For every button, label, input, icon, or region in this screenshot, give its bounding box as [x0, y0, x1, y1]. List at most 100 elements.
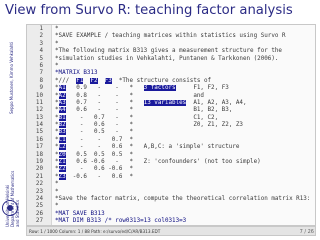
line-text: *A1 0.9 - - * 3 factors F1, F2, F3 [55, 85, 229, 92]
highlighted-label: Z1 [58, 159, 66, 166]
highlighted-label: B1 [58, 114, 66, 121]
line-text: * [55, 189, 59, 196]
code-text: - - 0.6 * A,B,C: a 'simple' structure [65, 144, 240, 151]
code-text: *SAVE EXAMPLE / teaching matrices within… [55, 33, 286, 40]
line-text: * [55, 63, 59, 70]
code-text: * [55, 92, 59, 99]
code-text: *Save the factor matrix, compute the the… [55, 195, 311, 202]
code-text: * [55, 203, 59, 210]
code-text: *The structure consists of [111, 77, 212, 84]
editor-line[interactable]: 1 * [27, 26, 315, 33]
line-text: *C1 - - 0.7 * [55, 136, 134, 144]
code-text: 0.9 - - * [65, 85, 144, 92]
editor-line[interactable]: 19 *Z1 0.6 -0.6 - * Z: 'confounders' (not… [27, 159, 315, 166]
line-number: 3 [39, 40, 43, 47]
code-text: *MAT DIM B313 /* row0313=13 col0313=3 [55, 218, 187, 225]
line-text: *MATRIX B313 [55, 70, 98, 77]
line-text: *C2 - - 0.6 * A,B,C: a 'simple' structur… [55, 144, 239, 151]
editor-line[interactable]: 14 *B2 - 0.6 - * Z0, Z1, Z2, Z3 [27, 122, 315, 129]
editor-line[interactable]: 23 * [27, 189, 315, 196]
line-number: 18 [35, 151, 43, 158]
highlighted-label: A4 [58, 107, 66, 114]
code-text: *The following matrix B313 gives a measu… [55, 48, 282, 55]
line-text: *A4 0.6 - - * B1, B2, B3, [55, 107, 232, 114]
line-number: 23 [35, 188, 43, 195]
line-text: *Z3 -0.6 - 0.6 * [55, 173, 134, 181]
editor-line[interactable]: 4 *The following matrix B313 gives a meas… [27, 48, 315, 55]
code-text: F1, F2, F3 [175, 85, 229, 92]
code-text: - 0.6 -0.6 * [65, 166, 134, 173]
code-text: A1, A2, A3, A4, [186, 99, 247, 106]
highlighted-label: C2 [58, 144, 66, 151]
line-text: *A2 0.8 - - * and [55, 92, 204, 100]
editor-line[interactable]: 5 *simulation studies in Vehkalahti, Punt… [27, 56, 315, 63]
editor-line[interactable]: 21 *Z3 -0.6 - 0.6 * [27, 173, 315, 181]
editor-line[interactable]: 9 *A1 0.9 - - * 3 factors F1, F2, F3 [27, 85, 315, 92]
code-text: * [55, 144, 59, 151]
editor-line[interactable]: 20 *Z2 - 0.6 -0.6 * [27, 166, 315, 173]
line-number: 16 [35, 136, 43, 143]
editor-line[interactable]: 26 *MAT SAVE B313 [27, 211, 315, 218]
editor-line[interactable]: 6 * [27, 63, 315, 70]
code-text: *simulation studies in Vehkalahti, Punta… [55, 55, 279, 62]
line-text: *Save the factor matrix, compute the the… [55, 196, 310, 203]
line-number: 25 [35, 203, 43, 210]
editor-line[interactable]: 2 *SAVE EXAMPLE / teaching matrices withi… [27, 33, 315, 40]
code-text: * [55, 188, 59, 195]
line-text: * [55, 41, 59, 48]
line-number: 1 [39, 26, 43, 32]
code-text: - 0.5 - * [65, 129, 134, 136]
editor-line[interactable]: 12 *A4 0.6 - - * B1, B2, B3, [27, 107, 315, 114]
editor-line[interactable]: 24 *Save the factor matrix, compute the t… [27, 196, 315, 203]
editor-line[interactable]: 25 * [27, 203, 315, 210]
highlighted-label: 13 variables [143, 99, 187, 106]
editor-line[interactable]: 8 */// F1 F2 F3 *The structure consists o… [27, 77, 315, 85]
editor-line[interactable]: 10 *A2 0.8 - - * and [27, 92, 315, 100]
editor-line[interactable]: 16 *C1 - - 0.7 * [27, 136, 315, 144]
editor-code[interactable]: 1 * 2 *SAVE EXAMPLE / teaching matrices wit… [27, 26, 315, 225]
line-number: 26 [35, 210, 43, 217]
editor-line[interactable]: 22 * [27, 181, 315, 188]
highlighted-label: Z2 [58, 166, 66, 173]
line-text: *Z2 - 0.6 -0.6 * [55, 166, 133, 173]
line-text: *Z1 0.6 -0.6 - * Z: 'confounders' (not t… [55, 159, 261, 166]
editor-line[interactable]: 17 *C2 - - 0.6 * A,B,C: a 'simple' struct… [27, 144, 315, 151]
line-text: *B2 - 0.6 - * Z0, Z1, Z2, Z3 [55, 122, 243, 129]
line-text: *The following matrix B313 gives a measu… [55, 48, 282, 55]
code-text: 0.8 - - * and [65, 92, 204, 99]
line-text: */// F1 F2 F3 *The structure consists of [55, 77, 212, 85]
line-number: 8 [39, 77, 43, 84]
code-text: - - 0.7 * [65, 136, 134, 143]
editor-line[interactable]: 18 *Z0 0.5 0.5 0.5 * [27, 151, 315, 159]
code-text: * [55, 107, 59, 114]
code-text: * [55, 99, 59, 106]
line-text: * [55, 181, 59, 188]
editor-line[interactable]: 27 *MAT DIM B313 /* row0313=13 col0313=3 [27, 218, 315, 225]
line-number: 14 [35, 122, 43, 129]
sidebar-department-2: and Statistics [15, 199, 20, 227]
line-text: *B3 - 0.5 - * [55, 129, 133, 136]
line-text: * [55, 26, 59, 33]
highlighted-label: B2 [58, 122, 66, 129]
code-text: - 0.6 - * Z0, Z1, Z2, Z3 [65, 122, 243, 129]
editor-line[interactable]: 3 * [27, 41, 315, 48]
line-number: 20 [35, 166, 43, 173]
line-number: 6 [39, 62, 43, 69]
editor-line[interactable]: 11 *A3 0.7 - - * 13 variables A1, A2, A3,… [27, 99, 315, 107]
highlighted-label: Z0 [58, 151, 66, 158]
code-text: -0.6 - 0.6 * [65, 173, 134, 180]
line-text: *B1 - 0.7 - * C1, C2, [55, 114, 219, 122]
highlighted-label: A2 [58, 92, 66, 99]
editor-line[interactable]: 15 *B3 - 0.5 - * [27, 129, 315, 136]
code-text: - 0.7 - * C1, C2, [65, 114, 219, 121]
editor-line[interactable]: 13 *B1 - 0.7 - * C1, C2, [27, 114, 315, 122]
code-text: * [55, 166, 59, 173]
code-text: *MAT SAVE B313 [55, 210, 105, 217]
highlighted-label: C1 [58, 136, 66, 143]
editor-line[interactable]: 7 *MATRIX B313 [27, 70, 315, 77]
line-text: *A3 0.7 - - * 13 variables A1, A2, A3, A… [55, 99, 247, 107]
survo-editor[interactable]: 1 * 2 *SAVE EXAMPLE / teaching matrices wit… [26, 24, 316, 226]
highlighted-label: Z3 [58, 173, 66, 180]
code-text: * [55, 159, 59, 166]
